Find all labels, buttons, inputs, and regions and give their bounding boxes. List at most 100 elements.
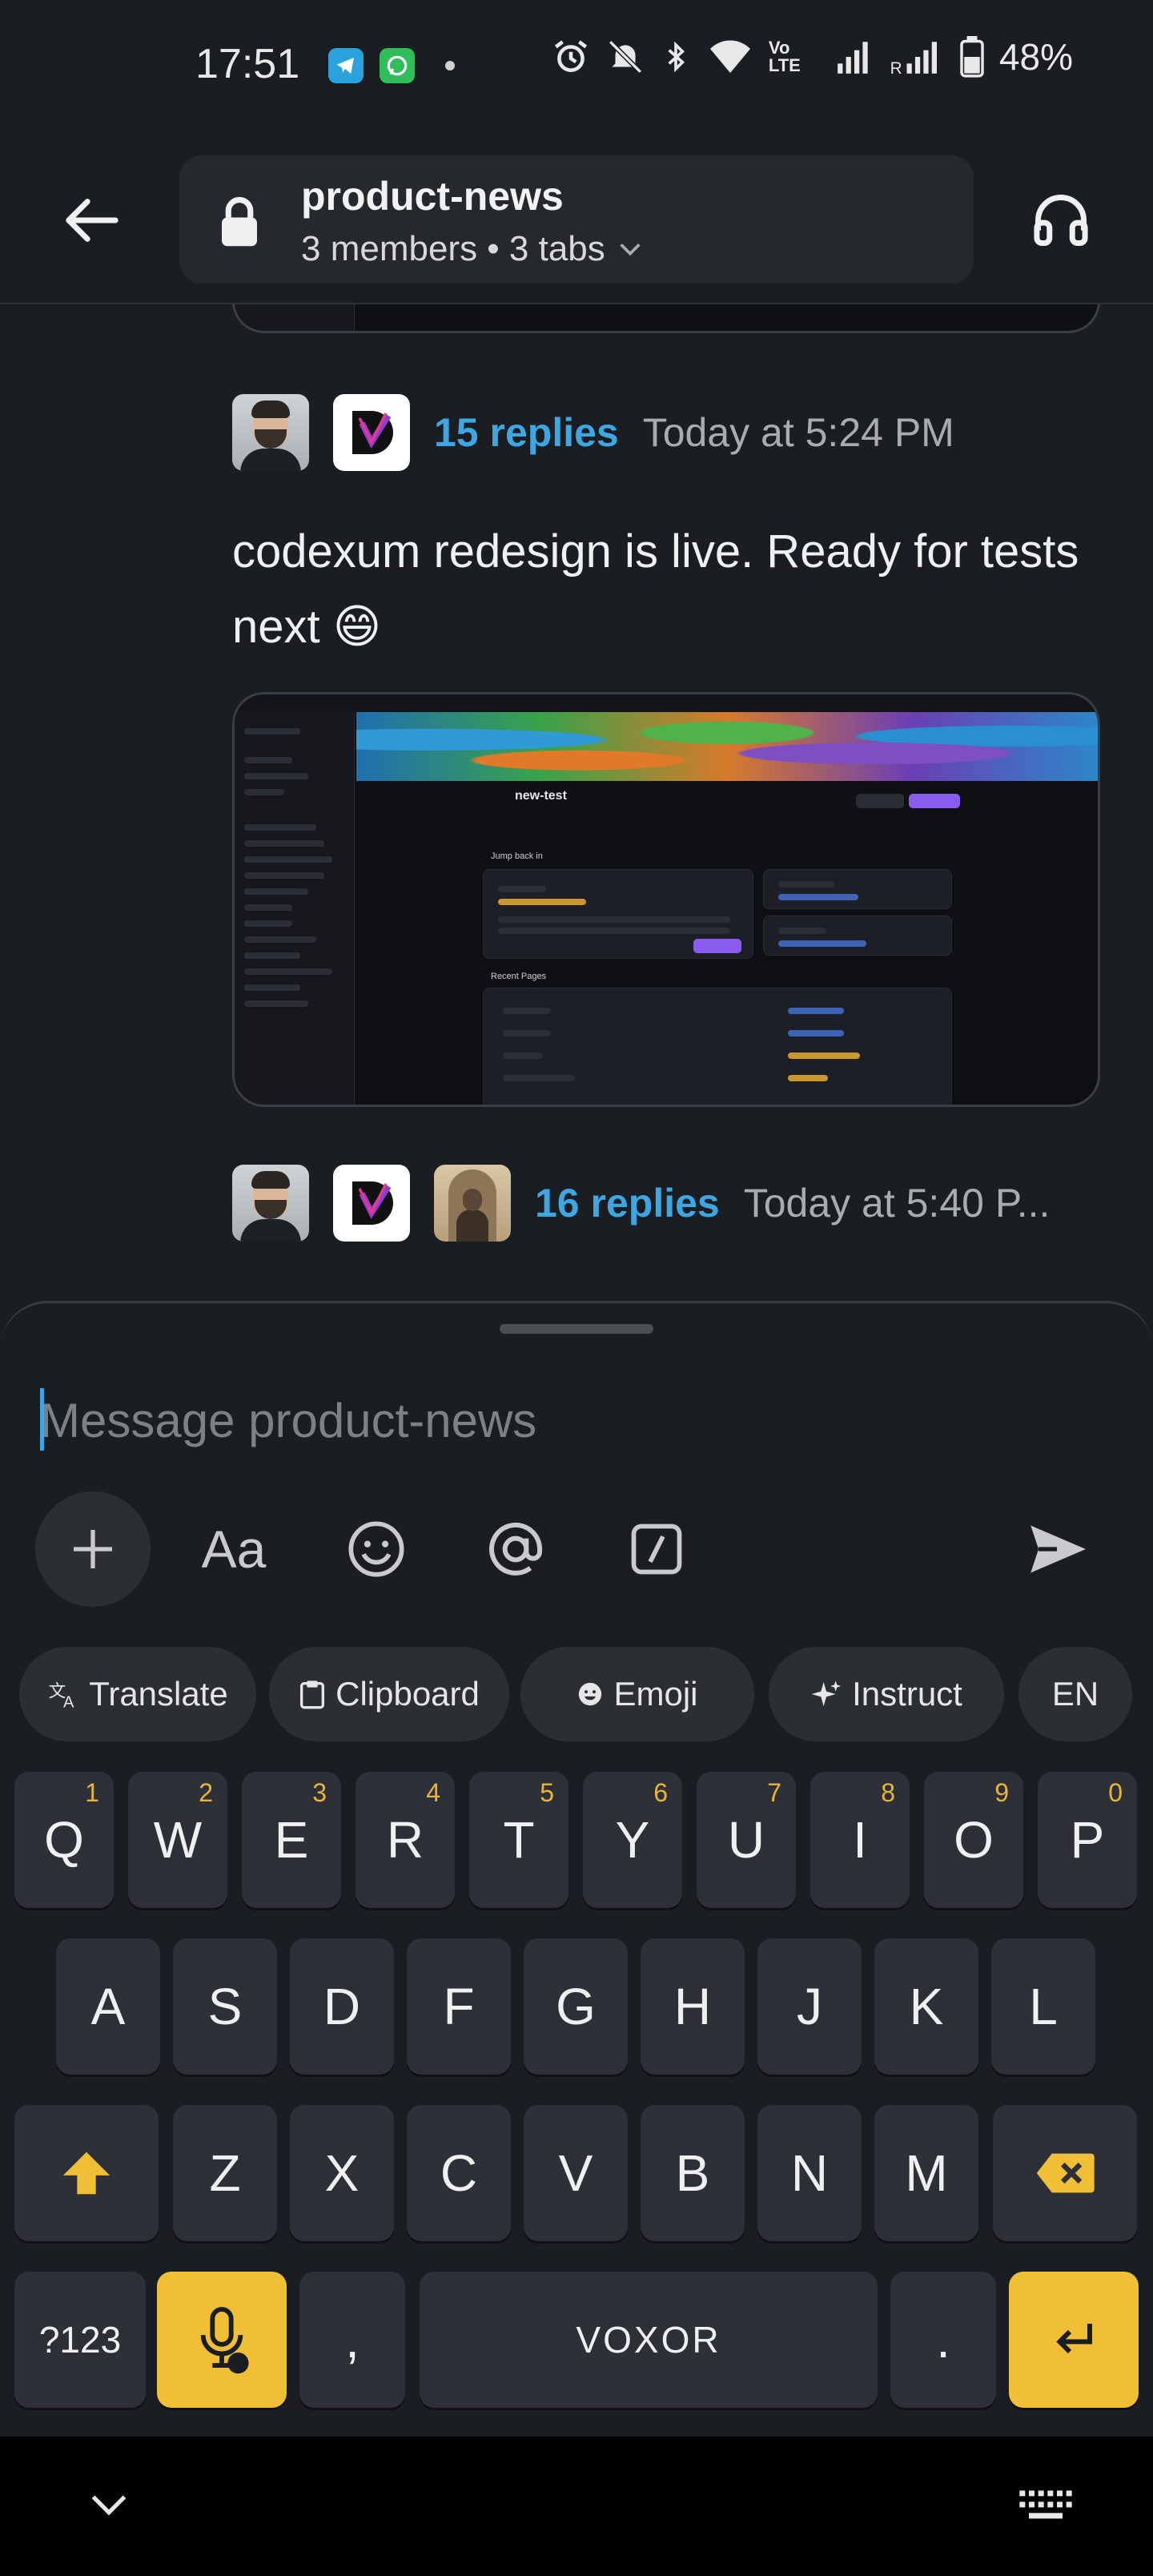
key-label: U <box>727 1811 765 1869</box>
format-text-button[interactable]: Aa <box>186 1489 282 1609</box>
key-hint: 7 <box>767 1778 781 1807</box>
keyboard-switcher-button[interactable] <box>1014 2473 1078 2538</box>
key-m[interactable]: M <box>874 2105 978 2241</box>
comma-key[interactable]: , <box>299 2272 405 2408</box>
key-label: , <box>345 2311 360 2369</box>
key-o[interactable]: O9 <box>924 1772 1023 1908</box>
avatar <box>333 394 410 471</box>
key-label: P <box>1070 1811 1105 1869</box>
key-u[interactable]: U7 <box>697 1772 796 1908</box>
network-type: Vo LTE <box>768 38 801 75</box>
key-a[interactable]: A <box>56 1938 160 2075</box>
mention-button[interactable] <box>468 1489 564 1609</box>
key-b[interactable]: B <box>641 2105 745 2241</box>
key-s[interactable]: S <box>173 1938 277 2075</box>
back-arrow-icon <box>66 199 119 242</box>
send-icon <box>1030 1525 1086 1573</box>
key-l[interactable]: L <box>991 1938 1095 2075</box>
plus-icon <box>74 1530 112 1568</box>
key-w[interactable]: W2 <box>128 1772 227 1908</box>
key-x[interactable]: X <box>290 2105 394 2241</box>
key-label: Y <box>615 1811 650 1869</box>
key-g[interactable]: G <box>524 1938 628 2075</box>
key-r[interactable]: R4 <box>356 1772 455 1908</box>
key-label: Z <box>209 2144 241 2202</box>
key-label: Q <box>44 1811 84 1869</box>
translate-chip[interactable]: 文A Translate <box>19 1647 256 1741</box>
key-t[interactable]: T5 <box>469 1772 568 1908</box>
shift-key[interactable] <box>14 2105 159 2241</box>
key-hint: 6 <box>653 1778 668 1807</box>
message-input[interactable] <box>40 1380 1113 1460</box>
key-y[interactable]: Y6 <box>583 1772 682 1908</box>
instruct-chip[interactable]: Instruct <box>769 1647 1004 1741</box>
key-label: D <box>323 1978 361 2035</box>
key-d[interactable]: D <box>290 1938 394 2075</box>
image-attachment[interactable]: new-test Jump back in Recent Pages <box>232 692 1100 1107</box>
channel-info-button[interactable]: product-news 3 members • 3 tabs <box>179 155 974 284</box>
thread-summary[interactable]: 15 replies Today at 5:24 PM <box>232 394 954 471</box>
clipboard-chip[interactable]: Clipboard <box>269 1647 509 1741</box>
channel-meta: 3 members • 3 tabs <box>301 229 644 269</box>
key-label: V <box>558 2144 593 2202</box>
attachment-page-title: new-test <box>515 789 567 803</box>
chevron-down-icon <box>91 2495 127 2516</box>
thread-summary[interactable]: 16 replies Today at 5:40 P... <box>232 1165 1050 1242</box>
key-j[interactable]: J <box>757 1938 862 2075</box>
key-e[interactable]: E3 <box>242 1772 341 1908</box>
emoji-button[interactable] <box>328 1489 424 1609</box>
translate-label: Translate <box>89 1675 228 1713</box>
space-key[interactable]: VOXOR <box>420 2272 878 2408</box>
emoji-chip[interactable]: Emoji <box>520 1647 754 1741</box>
symbols-key[interactable]: ?123 <box>14 2272 146 2408</box>
enter-key[interactable] <box>1009 2272 1139 2408</box>
status-bar: 17:51 Vo LTE R 48% <box>0 0 1153 136</box>
channel-meta-text: 3 members • 3 tabs <box>301 229 605 268</box>
key-label: L <box>1029 1978 1058 2035</box>
key-v[interactable]: V <box>524 2105 628 2241</box>
channel-name: product-news <box>301 174 564 219</box>
chevron-down-icon <box>620 244 641 256</box>
key-i[interactable]: I8 <box>810 1772 910 1908</box>
alarm-icon <box>551 37 591 77</box>
hide-keyboard-button[interactable] <box>77 2473 141 2538</box>
key-label: G <box>556 1978 596 2035</box>
enter-icon <box>1056 2324 1092 2354</box>
key-z[interactable]: Z <box>173 2105 277 2241</box>
whatsapp-icon <box>380 48 415 83</box>
key-label: O <box>954 1811 994 1869</box>
replies-link[interactable]: 16 replies <box>535 1180 720 1226</box>
key-k[interactable]: K <box>874 1938 978 2075</box>
message-list[interactable]: 15 replies Today at 5:24 PM codexum rede… <box>0 304 1153 1298</box>
key-hint: 4 <box>426 1778 440 1807</box>
key-h[interactable]: H <box>641 1938 745 2075</box>
at-sign-icon <box>489 1522 542 1576</box>
back-button[interactable] <box>56 184 128 256</box>
composer-drag-handle[interactable] <box>500 1324 653 1334</box>
key-hint: 5 <box>540 1778 554 1807</box>
period-key[interactable]: . <box>890 2272 996 2408</box>
bluetooth-icon <box>660 37 692 77</box>
previous-attachment[interactable] <box>232 304 1100 333</box>
shift-icon <box>62 2151 110 2195</box>
key-label: A <box>90 1978 126 2035</box>
language-chip[interactable]: EN <box>1018 1647 1132 1741</box>
wifi-icon <box>706 37 754 77</box>
key-n[interactable]: N <box>757 2105 862 2241</box>
replies-link[interactable]: 15 replies <box>434 409 619 456</box>
add-attachment-button[interactable] <box>35 1491 151 1607</box>
key-q[interactable]: Q1 <box>14 1772 114 1908</box>
huddle-button[interactable] <box>1025 184 1097 256</box>
slash-command-button[interactable] <box>609 1489 705 1609</box>
key-label: E <box>274 1811 309 1869</box>
key-p[interactable]: P0 <box>1038 1772 1137 1908</box>
send-button[interactable] <box>1009 1489 1105 1609</box>
emoji-label: Emoji <box>613 1675 698 1713</box>
text-cursor <box>40 1388 44 1451</box>
backspace-key[interactable] <box>993 2105 1137 2241</box>
key-label: J <box>797 1978 822 2035</box>
on-screen-keyboard: 文A Translate Clipboard Emoji Instruct EN… <box>0 1636 1153 2437</box>
key-c[interactable]: C <box>407 2105 511 2241</box>
key-f[interactable]: F <box>407 1938 511 2075</box>
voice-input-key[interactable] <box>157 2272 287 2408</box>
